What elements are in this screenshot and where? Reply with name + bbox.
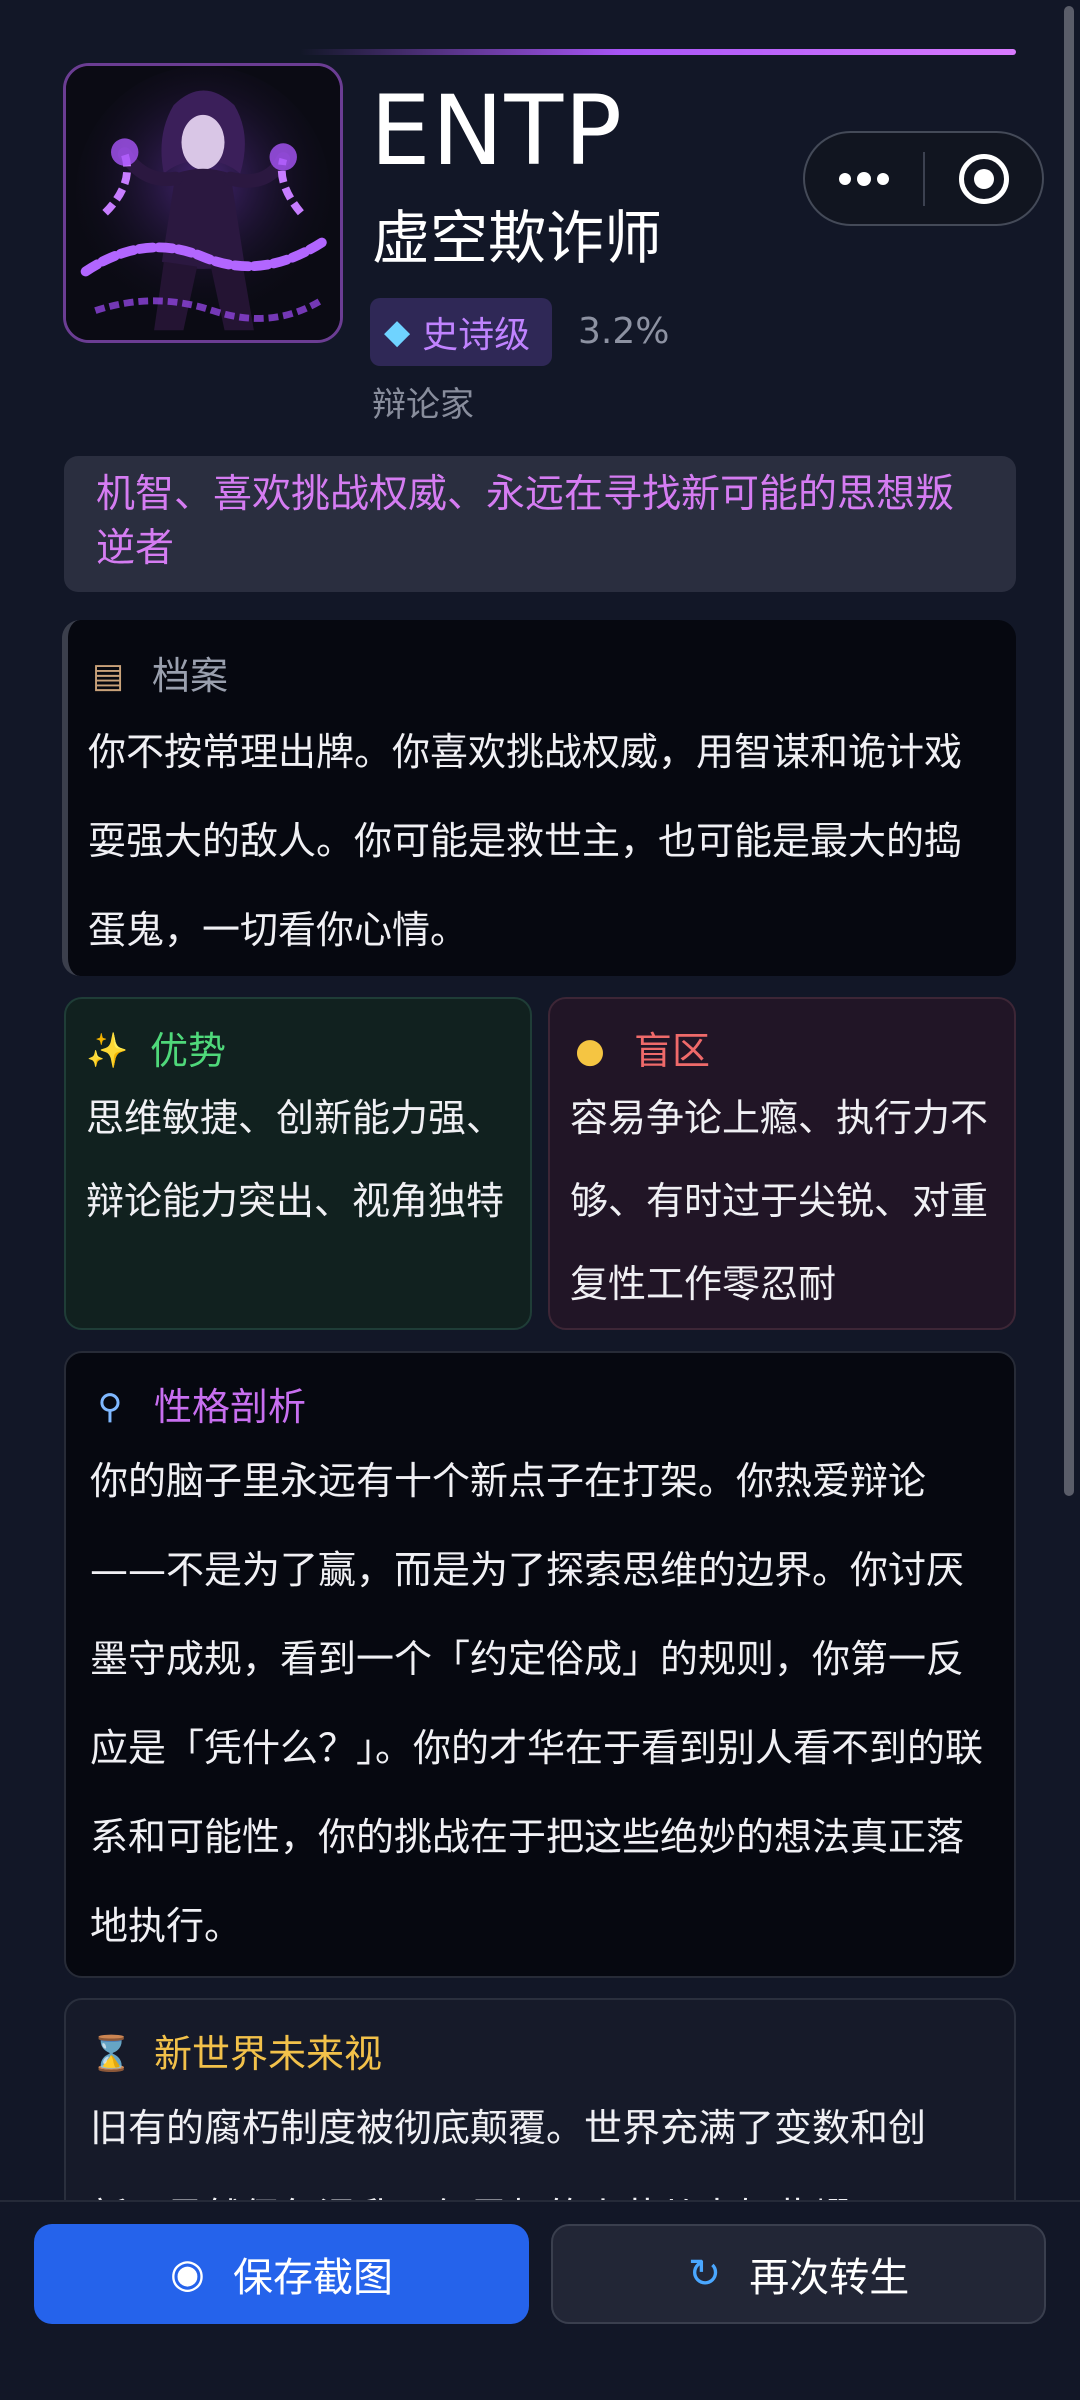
tagline-text: 机智、喜欢挑战权威、永远在寻找新可能的思想叛逆者 (96, 472, 955, 571)
target-icon (958, 153, 1009, 204)
more-options-button[interactable] (805, 133, 923, 224)
dossier-title-row: ▤ 档案 (88, 646, 986, 706)
analysis-body: 你的脑子里永远有十个新点子在打架。你热爱辩论——不是为了赢，而是为了探索思维的边… (90, 1459, 984, 1948)
strengths-body: 思维敏捷、创新能力强、辩论能力突出、视角独特 (86, 1096, 505, 1223)
save-screenshot-button[interactable]: ◉ 保存截图 (34, 2224, 529, 2324)
sparkles-icon: ✨ (86, 1031, 129, 1071)
future-title: 新世界未来视 (154, 2032, 383, 2076)
tagline-box: 机智、喜欢挑战权威、永远在寻找新可能的思想叛逆者 (64, 456, 1016, 592)
close-miniprogram-button[interactable] (925, 133, 1042, 224)
future-title-row: ⌛ 新世界未来视 (90, 2024, 988, 2084)
dossier-body: 你不按常理出牌。你喜欢挑战权威，用智谋和诡计戏耍强大的敌人。你可能是救世主，也可… (88, 730, 963, 952)
rarity-label: 史诗级 (422, 315, 531, 356)
reincarnate-again-label: 再次转生 (749, 2255, 910, 2301)
rarity-percent: 3.2% (578, 311, 670, 352)
refresh-icon: ↻ (687, 2251, 722, 2297)
accent-line (300, 49, 1016, 55)
hourglass-icon: ⌛ (90, 2034, 133, 2074)
dossier-title: 档案 (152, 654, 229, 698)
strengths-title-row: ✨ 优势 (86, 1021, 510, 1081)
scrollbar[interactable] (1064, 6, 1074, 1496)
blind-spots-title: 盲区 (634, 1029, 711, 1073)
rarity-badge: ◆ 史诗级 (370, 298, 553, 366)
capsule-menu (803, 131, 1044, 226)
strengths-card: ✨ 优势 思维敏捷、创新能力强、辩论能力突出、视角独特 (64, 997, 532, 1330)
character-avatar (63, 63, 343, 343)
analysis-title-row: ⚲ 性格剖析 (90, 1377, 988, 1437)
analysis-title: 性格剖析 (154, 1385, 307, 1429)
personality-type-code: ENTP (370, 75, 623, 187)
reincarnate-again-button[interactable]: ↻ 再次转生 (551, 2224, 1046, 2324)
save-screenshot-label: 保存截图 (232, 2255, 393, 2301)
dossier-card: ▤ 档案 你不按常理出牌。你喜欢挑战权威，用智谋和诡计戏耍强大的敌人。你可能是救… (62, 620, 1016, 976)
dot-icon (877, 172, 889, 185)
analysis-card: ⚲ 性格剖析 你的脑子里永远有十个新点子在打架。你热爱辩论——不是为了赢，而是为… (64, 1351, 1016, 1978)
lightbulb-icon: ● (575, 1031, 605, 1071)
clipboard-icon: ▤ (91, 656, 125, 696)
dot-icon (839, 172, 851, 185)
result-page: ENTP 虚空欺诈师 ◆ 史诗级 3.2% 辩论家 机智、喜欢挑战权威、永远在寻… (0, 0, 1080, 2400)
magnifier-icon: ⚲ (97, 1387, 123, 1427)
strengths-title: 优势 (150, 1029, 227, 1073)
gem-icon: ◆ (384, 312, 411, 352)
personality-subtitle: 辩论家 (372, 385, 474, 425)
bottom-action-bar: ◉ 保存截图 ↻ 再次转生 (0, 2200, 1080, 2400)
dot-icon (857, 171, 871, 186)
personality-type-name: 虚空欺诈师 (372, 204, 663, 272)
blind-spots-body: 容易争论上瘾、执行力不够、有时过于尖锐、对重复性工作零忍耐 (570, 1096, 989, 1306)
blind-spots-card: ● 盲区 容易争论上瘾、执行力不够、有时过于尖锐、对重复性工作零忍耐 (548, 997, 1016, 1330)
camera-flash-icon: ◉ (170, 2251, 205, 2297)
blind-spots-title-row: ● 盲区 (570, 1021, 994, 1081)
character-illustration (66, 66, 340, 340)
